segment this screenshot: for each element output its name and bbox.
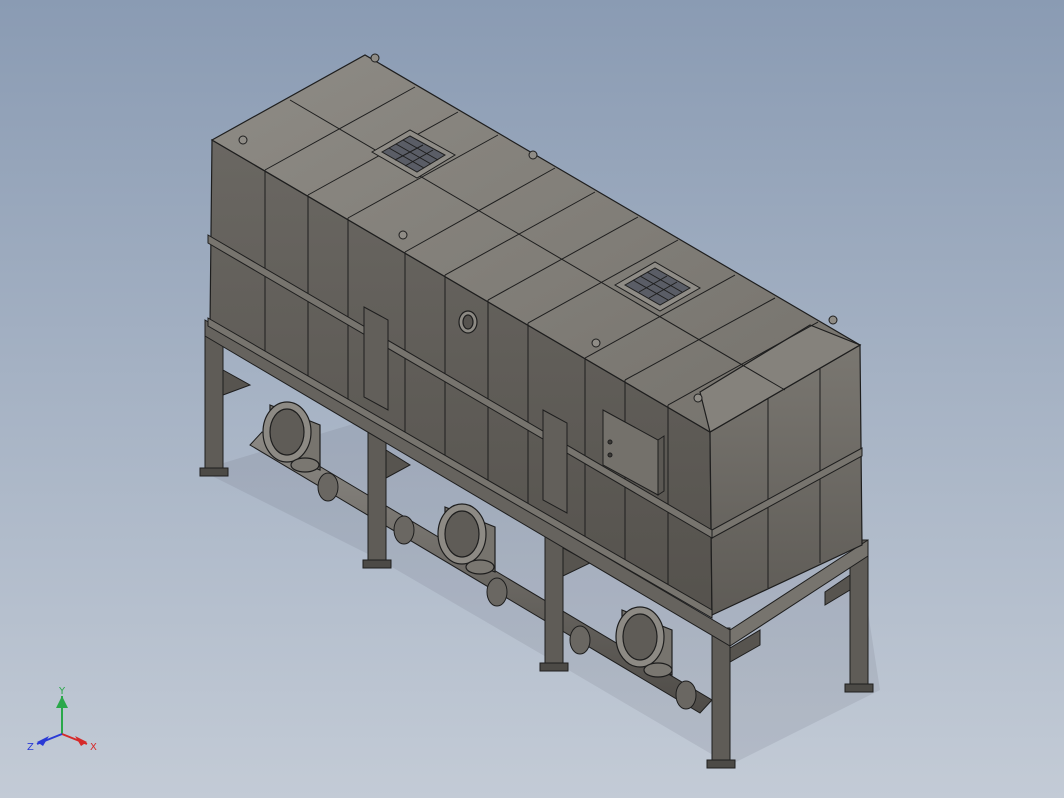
x-axis-label: X (90, 742, 97, 753)
x-axis-arrow (75, 736, 87, 746)
y-axis-label: Y (58, 686, 66, 697)
y-axis-arrow (56, 696, 68, 708)
access-door-2 (542, 409, 568, 514)
sight-glass (458, 310, 478, 334)
z-axis-arrow (37, 736, 49, 746)
access-door-1 (363, 306, 389, 411)
graphics-viewport[interactable]: Y X Z (0, 0, 1064, 798)
z-axis-label: Z (27, 742, 34, 753)
3d-model-scrubber-tower[interactable] (0, 0, 1064, 798)
orientation-triad[interactable]: Y X Z (25, 684, 105, 754)
